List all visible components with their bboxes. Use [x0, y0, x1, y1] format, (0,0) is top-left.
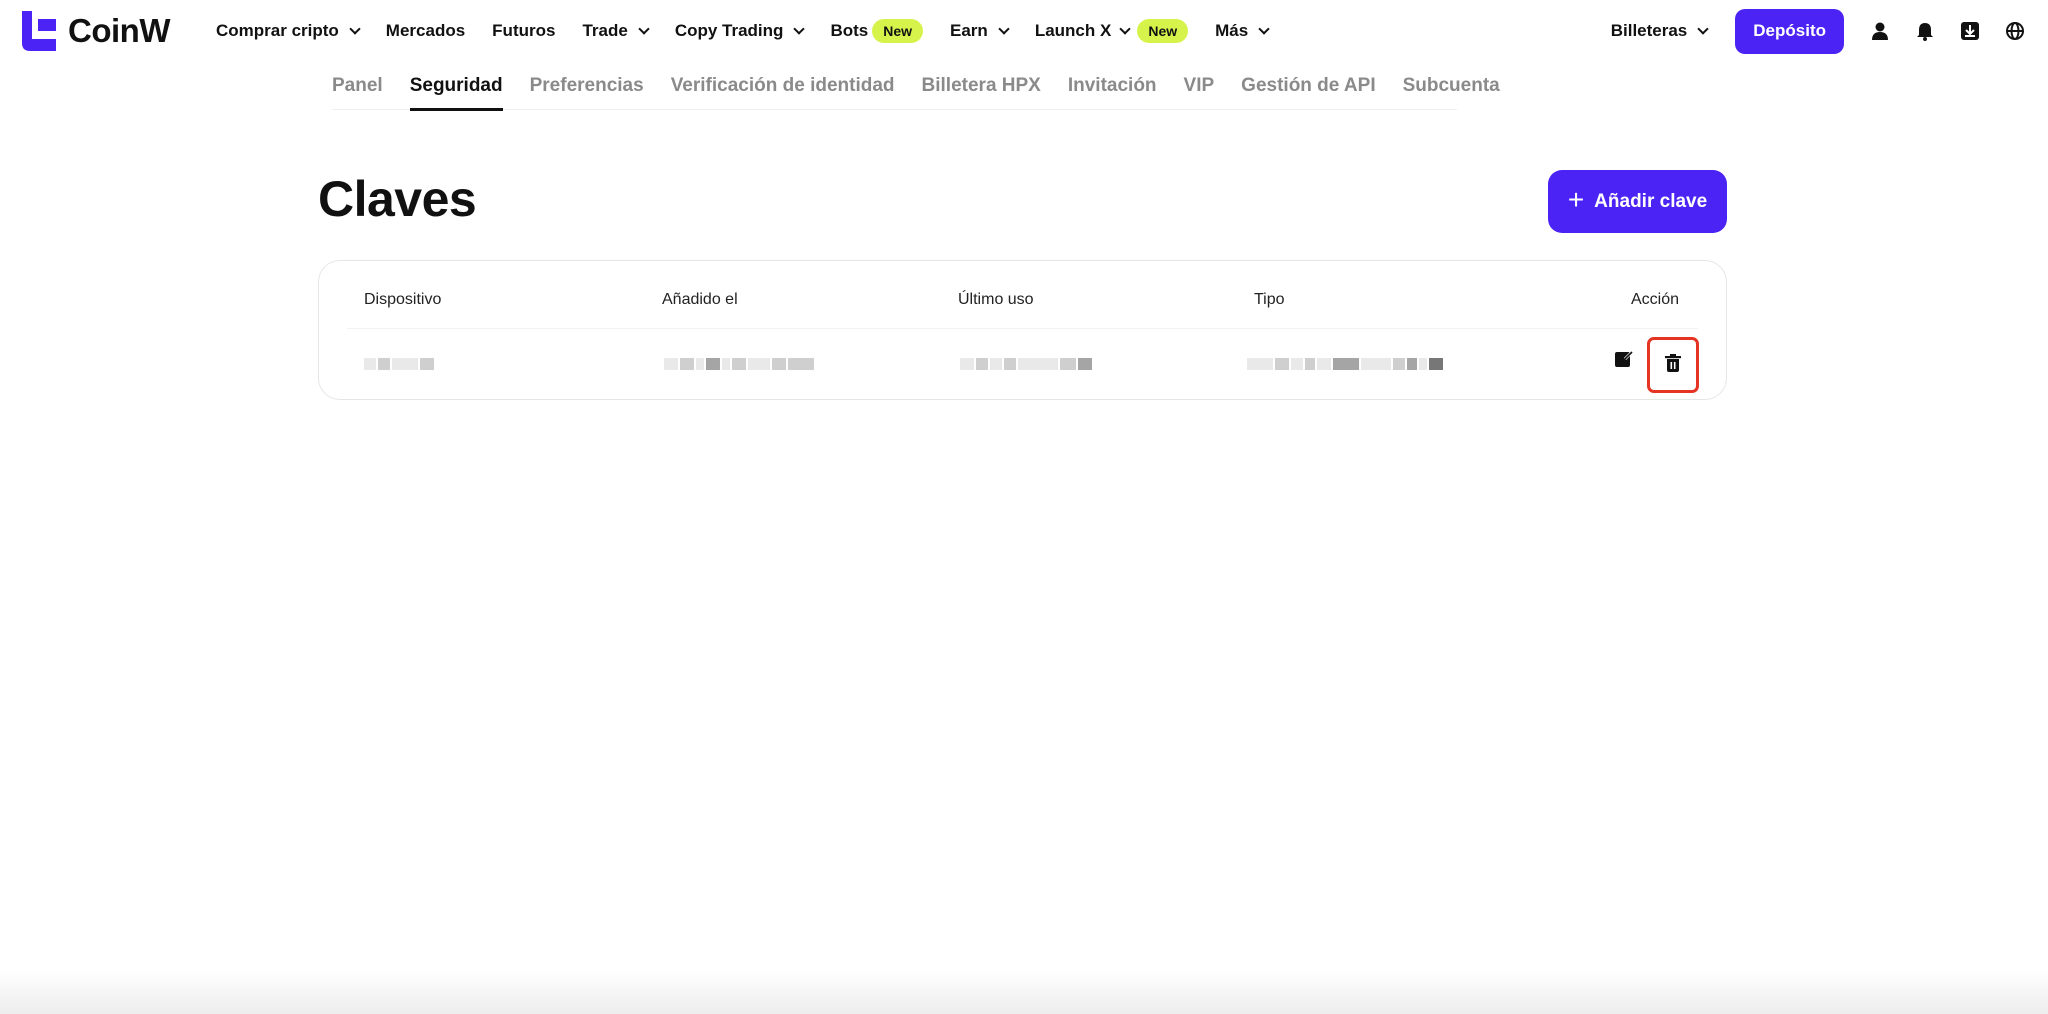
- deposit-button[interactable]: Depósito: [1735, 8, 1844, 54]
- column-header-accion: Acción: [1631, 291, 1680, 308]
- globe-icon[interactable]: [2003, 19, 2027, 43]
- account-subtabs: Panel Seguridad Preferencias Verificació…: [332, 75, 1500, 111]
- chevron-down-icon: [349, 22, 361, 35]
- add-key-button[interactable]: + Añadir clave: [1548, 170, 1727, 233]
- chevron-down-icon: [1119, 22, 1131, 35]
- nav-item-earn[interactable]: Earn: [950, 21, 1010, 41]
- bell-icon[interactable]: [1913, 19, 1937, 43]
- nav-item-copy-trading[interactable]: Copy Trading: [675, 21, 806, 41]
- type-cell-redacted: [1247, 356, 1445, 372]
- main-nav: Comprar cripto Mercados Futuros Trade Co…: [216, 0, 1295, 62]
- column-header-anadido-el: Añadido el: [662, 291, 738, 308]
- tab-billetera-hpx[interactable]: Billetera HPX: [922, 75, 1041, 110]
- nav-item-trade[interactable]: Trade: [582, 21, 650, 41]
- row-divider: [347, 328, 1698, 329]
- column-header-ultimo-uso: Último uso: [958, 291, 1034, 308]
- tab-preferencias[interactable]: Preferencias: [530, 75, 644, 110]
- chevron-down-icon: [998, 22, 1010, 35]
- nav-item-mercados[interactable]: Mercados: [386, 21, 465, 41]
- nav-item-bots[interactable]: Bots New: [830, 19, 924, 43]
- nav-item-comprar-cripto[interactable]: Comprar cripto: [216, 21, 361, 41]
- wallets-dropdown[interactable]: Billeteras: [1611, 21, 1709, 41]
- keys-table: Dispositivo Añadido el Último uso Tipo A…: [318, 260, 1727, 400]
- tab-invitacion[interactable]: Invitación: [1068, 75, 1157, 110]
- user-icon[interactable]: [1868, 19, 1892, 43]
- new-badge: New: [872, 19, 924, 43]
- delete-key-button[interactable]: [1647, 337, 1699, 393]
- brand-name: CoinW: [68, 12, 170, 49]
- tab-seguridad[interactable]: Seguridad: [409, 75, 503, 111]
- tab-verificacion-identidad[interactable]: Verificación de identidad: [671, 75, 895, 110]
- added-date-cell-redacted: [664, 356, 816, 372]
- tab-subcuenta[interactable]: Subcuenta: [1403, 75, 1500, 110]
- chevron-down-icon: [1258, 22, 1270, 35]
- trash-icon: [1664, 353, 1682, 378]
- chevron-down-icon: [1697, 22, 1709, 35]
- tab-panel[interactable]: Panel: [332, 75, 383, 110]
- add-key-label: Añadir clave: [1594, 190, 1708, 212]
- bottom-shadow: [0, 970, 2048, 1014]
- coinw-logo[interactable]: CoinW: [22, 10, 170, 52]
- tab-gestion-api[interactable]: Gestión de API: [1241, 75, 1375, 110]
- column-header-tipo: Tipo: [1254, 291, 1285, 308]
- last-used-cell-redacted: [960, 356, 1094, 372]
- plus-icon: +: [1567, 184, 1585, 215]
- table-header: Dispositivo Añadido el Último uso Tipo A…: [319, 261, 1726, 328]
- top-navigation-bar: CoinW Comprar cripto Mercados Futuros Tr…: [0, 0, 2048, 62]
- nav-item-futuros[interactable]: Futuros: [492, 21, 555, 41]
- chevron-down-icon: [638, 22, 650, 35]
- download-icon[interactable]: [1958, 19, 1982, 43]
- nav-item-mas[interactable]: Más: [1215, 21, 1270, 41]
- page-title: Claves: [318, 171, 477, 227]
- new-badge: New: [1137, 19, 1189, 43]
- chevron-down-icon: [793, 22, 806, 35]
- device-cell-redacted: [364, 356, 436, 372]
- nav-item-launch-x[interactable]: Launch X New: [1035, 19, 1189, 43]
- nav-right-actions: Billeteras Depósito: [1611, 0, 2048, 62]
- coinw-logo-icon: [22, 11, 56, 51]
- tab-vip[interactable]: VIP: [1184, 75, 1215, 110]
- column-header-dispositivo: Dispositivo: [364, 291, 442, 308]
- edit-icon[interactable]: [1613, 348, 1637, 372]
